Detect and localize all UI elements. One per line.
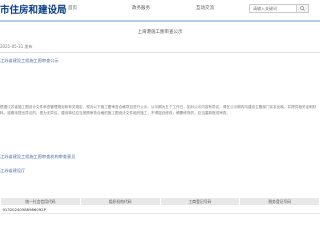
- nav-item-home[interactable]: 首页: [68, 5, 77, 11]
- table-header-row: 统一社会信用代码 组织机构代码 工商登记号码 税务登记号码: [0, 197, 320, 206]
- search-input[interactable]: [250, 5, 298, 12]
- table-cell-credit-code: 91320240588986092P: [0, 205, 81, 214]
- divider: [0, 52, 320, 53]
- table-cell-tax-reg: [239, 205, 320, 214]
- org-label: 江苏省建设厅: [0, 168, 26, 173]
- review-label: 江苏省建设工程施工图审查机构审查意见: [0, 154, 76, 159]
- nav-item-services[interactable]: 政务服务: [132, 5, 150, 11]
- site-header: 市住房和建设局 首页 政务服务 互动交流: [0, 0, 320, 22]
- main-content: 上海港施工图审查公示 2021-05-31 发布 江苏省建设工程施工图审查公示 …: [0, 22, 320, 240]
- site-title[interactable]: 市住房和建设局: [0, 2, 67, 16]
- publish-date: 2021-05-31 发布: [0, 44, 33, 49]
- notice-body: 根据江苏省施工图设计文件审查管理规定和有关规定，现对以下施工图审查合格项目进行公…: [0, 105, 317, 115]
- search-icon: [300, 6, 305, 11]
- table-cell-org-code: [80, 205, 160, 214]
- table-header-credit-code: 统一社会信用代码: [0, 197, 81, 206]
- search-button[interactable]: [296, 5, 308, 12]
- table-header-org-code: 组织机构代码: [79, 197, 161, 206]
- table-cell-business-reg: [160, 205, 240, 214]
- info-table: 统一社会信用代码 组织机构代码 工商登记号码 税务登记号码 9132024058…: [0, 197, 320, 214]
- nav-item-interaction[interactable]: 互动交流: [196, 5, 214, 11]
- table-row: 91320240588986092P: [0, 205, 320, 214]
- table-header-tax-reg: 税务登记号码: [239, 197, 320, 206]
- project-label: 江苏省建设工程施工图审查公示: [0, 58, 59, 63]
- search-box: [249, 4, 309, 13]
- document-heading: 上海港施工图审查公示: [137, 30, 183, 35]
- table-header-business-reg: 工商登记号码: [159, 197, 241, 206]
